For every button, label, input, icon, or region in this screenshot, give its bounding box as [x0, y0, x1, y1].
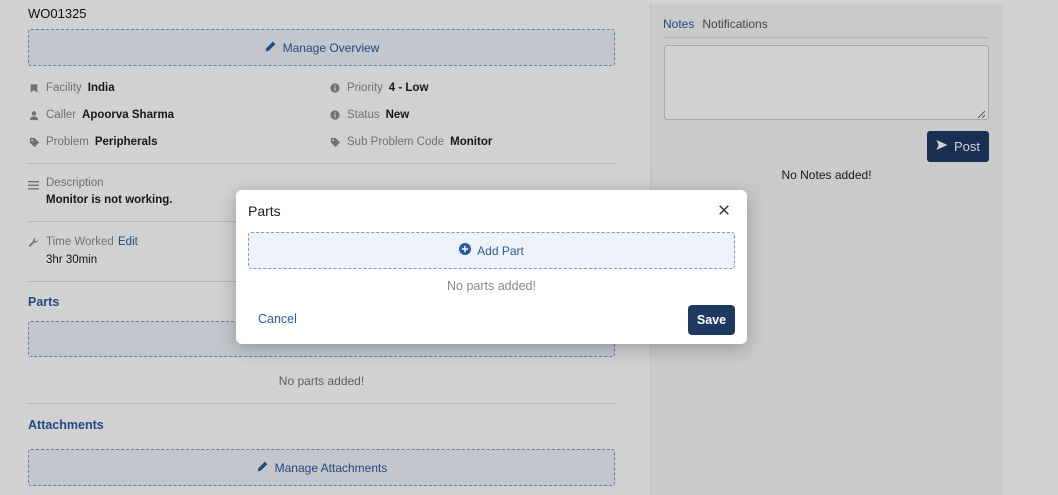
modal-empty-message: No parts added! [447, 279, 536, 293]
cancel-button[interactable]: Cancel [258, 312, 297, 326]
work-order-page: WO01325 Manage Overview Facility India P… [0, 0, 1058, 495]
parts-modal: Parts Add Part No parts added! Cancel Sa… [236, 190, 747, 344]
add-part-label: Add Part [477, 243, 524, 258]
add-part-button[interactable]: Add Part [248, 232, 735, 269]
close-icon[interactable] [718, 204, 732, 218]
plus-circle-icon [459, 243, 472, 258]
save-button[interactable]: Save [688, 305, 735, 335]
modal-title: Parts [248, 203, 281, 219]
